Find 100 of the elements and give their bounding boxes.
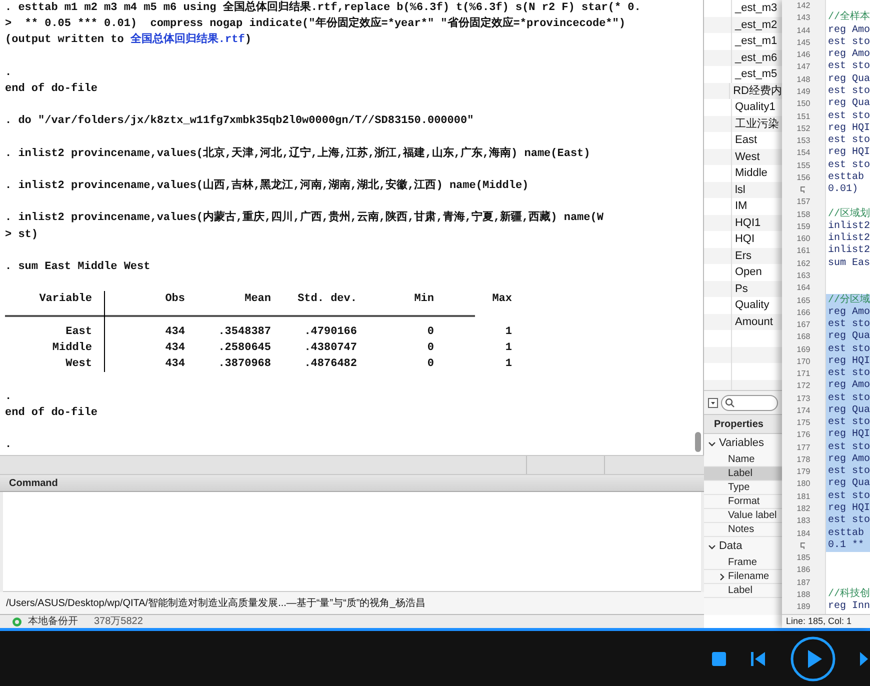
code-line: est sto [828, 490, 870, 503]
variable-name[interactable]: HQI1 [732, 214, 761, 231]
line-number: 149 [796, 86, 810, 98]
property-label[interactable]: Type [728, 480, 750, 495]
chevron-down-icon[interactable] [708, 542, 716, 550]
variable-name[interactable]: _est_m6 [732, 50, 778, 66]
line-number: 165 [796, 294, 810, 306]
variable-name[interactable]: _est_m5 [732, 66, 778, 82]
variable-name[interactable]: East [732, 132, 757, 148]
property-row[interactable]: Label [704, 467, 782, 481]
property-label[interactable]: Name [728, 452, 755, 467]
group-label[interactable]: Variables [718, 435, 764, 452]
table-cell-text: 0 [427, 340, 434, 356]
code-line: reg Qua [828, 478, 870, 490]
variable-name[interactable]: 工业污染 [732, 116, 779, 132]
line-number: 188 [796, 588, 810, 601]
output-line: . inlist2 provincename,values(山西,吉林,黑龙江,河南,湖南,湖北,安徽,江西) name(Middle) [5, 178, 529, 194]
code-line: inlist2 [828, 245, 870, 258]
variable-name[interactable]: IM [732, 198, 748, 214]
play-icon[interactable] [790, 636, 836, 682]
code-line: est sto [828, 442, 870, 454]
output-line: . do "/var/folders/jx/k8ztx_w11fg7xmbk35qb2l0w0000gn/T//SD83150.000000" [5, 114, 474, 130]
code-line: 0.01) [828, 184, 858, 196]
property-label[interactable]: Label [728, 583, 752, 598]
output-line: > ** 0.05 *** 0.01) compress nogap indicate("年份固定效应=*year*" "省份固定效应=*provincecode*") [5, 16, 626, 32]
line-number: 182 [796, 503, 810, 516]
line-number: 185 [796, 552, 810, 564]
line-number: 169 [796, 344, 810, 356]
code-line: reg Qua [828, 331, 870, 344]
variable-name[interactable]: _est_m1 [732, 33, 778, 50]
variable-name[interactable]: Amount [732, 314, 773, 330]
column-header: Mean [244, 292, 271, 308]
output-line: . [5, 438, 12, 454]
file-path: /Users/ASUS/Desktop/wp/QITA/智能制造对制造业高质量发展...—基于“量”与“质”的视角_杨浩昌 [6, 596, 426, 610]
code-line: est sto [828, 515, 870, 528]
variable-name[interactable]: HQI [732, 231, 755, 248]
group-row[interactable]: Variables [704, 434, 782, 453]
code-line: est sto [828, 368, 870, 380]
code-line: est sto [828, 319, 870, 332]
line-number: 178 [796, 454, 810, 466]
wrap-icon [800, 186, 806, 194]
scrollbar-thumb[interactable] [694, 432, 701, 452]
property-label[interactable]: Label [728, 466, 752, 481]
property-row[interactable]: Label [704, 584, 782, 598]
group-label[interactable]: Data [718, 538, 742, 555]
property-row[interactable]: Value label [704, 509, 782, 523]
file-size: 378万5822 [94, 616, 143, 628]
code-line: reg HQI [828, 429, 870, 442]
skip-back-icon[interactable] [750, 650, 766, 666]
output-line: . inlist2 provincename,values(内蒙古,重庆,四川,广西,贵州,云南,陕西,甘肃,青海,宁夏,新疆,西藏) name(W [5, 210, 604, 226]
line-number: 173 [796, 392, 810, 405]
code-comment: //全样本 [828, 12, 870, 24]
table-cell-text: 434 [165, 324, 185, 340]
property-label[interactable]: Notes [728, 522, 754, 537]
column-header: Obs [165, 292, 185, 308]
chevron-down-icon[interactable] [708, 440, 716, 448]
variable-name[interactable]: _est_m2 [732, 16, 778, 33]
code-line: reg Amo [828, 24, 870, 37]
variable-name[interactable]: West [732, 148, 760, 165]
line-number: 153 [796, 135, 810, 148]
code-line: est sto [828, 466, 870, 478]
search-field[interactable] [720, 394, 778, 410]
code-line: esttab [828, 172, 864, 184]
variable-name[interactable]: RD经费内 [730, 82, 782, 99]
code-line: reg Amo [828, 49, 870, 61]
wrap-icon [800, 542, 806, 550]
property-label[interactable]: Format [728, 494, 760, 509]
output-line: . sum East Middle West [5, 260, 150, 275]
property-row[interactable]: Filename [704, 570, 782, 584]
variable-name[interactable]: Ers [732, 248, 752, 264]
property-label[interactable]: Filename [728, 569, 770, 584]
group-row[interactable]: Data [704, 537, 782, 556]
file-link[interactable]: 全国总体回归结果.rtf [130, 32, 245, 49]
variable-name[interactable]: Middle [732, 165, 768, 182]
line-number: 164 [796, 282, 810, 294]
property-row[interactable]: Notes [704, 523, 782, 537]
variable-name[interactable]: lsl [732, 182, 746, 198]
variable-name[interactable]: Quality [732, 297, 770, 314]
variable-name[interactable]: Open [732, 264, 762, 280]
variable-name[interactable]: Quality1 [732, 99, 776, 116]
line-number: 162 [796, 258, 810, 270]
property-row[interactable]: Format [704, 495, 782, 509]
chevron-right-icon[interactable] [718, 572, 726, 580]
line-number: 160 [796, 233, 810, 246]
variable-name[interactable]: Ps [732, 280, 748, 297]
line-number: 145 [796, 36, 810, 49]
stop-icon[interactable] [712, 652, 726, 666]
filter-icon[interactable] [708, 398, 718, 408]
line-number: 168 [796, 331, 810, 344]
property-row[interactable]: Frame [704, 556, 782, 570]
command-input[interactable] [3, 492, 701, 592]
line-number: 156 [796, 172, 810, 184]
property-label[interactable]: Value label [728, 508, 777, 523]
search-icon [724, 398, 735, 408]
property-row[interactable]: Type [704, 481, 782, 495]
table-cell-text: 1 [505, 357, 512, 372]
variable-name[interactable]: _est_m3 [732, 0, 778, 16]
skip-forward-icon[interactable] [860, 650, 868, 666]
line-number: 171 [796, 368, 810, 380]
property-label[interactable]: Frame [728, 555, 757, 570]
